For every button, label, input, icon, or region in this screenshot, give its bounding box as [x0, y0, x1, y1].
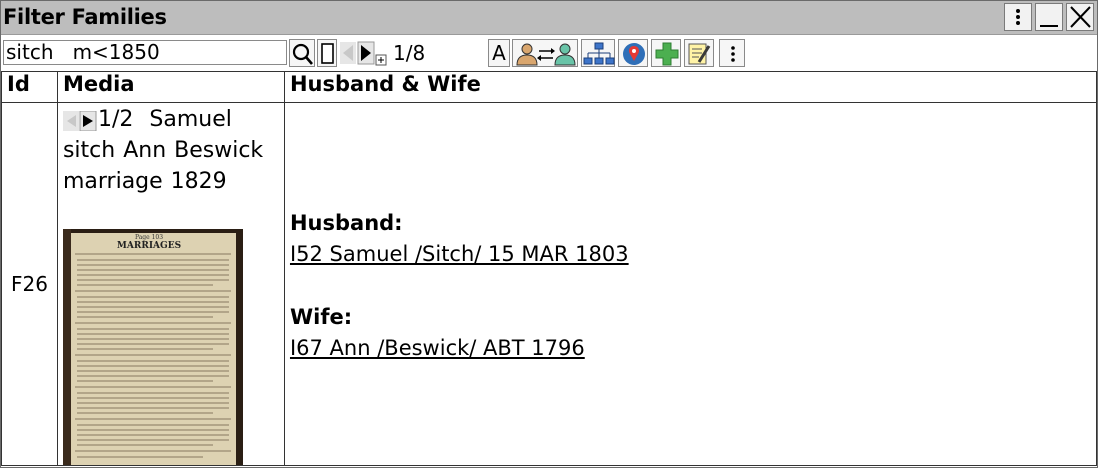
select-mode-button[interactable] — [317, 39, 337, 67]
menu-dots-icon — [731, 46, 735, 62]
table-row[interactable]: F26 1/2 Samuel sitch Ann Beswick marriag… — [1, 102, 1097, 466]
filter-search-input[interactable]: sitch m<1850 — [3, 40, 287, 65]
prev-result-button[interactable] — [339, 39, 357, 67]
table-header-row: Id Media Husband & Wife — [1, 71, 1097, 103]
swap-spouses-icon — [516, 43, 576, 66]
svg-text:Page 103: Page 103 — [135, 234, 163, 241]
media-nav — [62, 111, 97, 131]
search-button[interactable] — [289, 39, 315, 67]
filter-toolbar: sitch m<1850 1/8 A — [1, 35, 1097, 71]
rectangle-icon — [321, 43, 334, 64]
menu-dots-icon — [1016, 9, 1020, 25]
media-next-icon[interactable] — [79, 111, 97, 131]
family-tree-button[interactable] — [581, 39, 615, 67]
toolbar-menu-button[interactable] — [719, 39, 745, 67]
next-arrow-icon — [357, 41, 387, 66]
column-header-media[interactable]: Media — [56, 71, 285, 103]
families-table: Id Media Husband & Wife F26 1/2 Samuel s… — [1, 71, 1097, 466]
add-icon — [655, 42, 679, 66]
media-counter: 1/2 — [97, 107, 134, 132]
svg-text:MARRIAGES: MARRIAGES — [117, 241, 181, 251]
wife-label: Wife: — [289, 305, 353, 329]
map-button[interactable] — [618, 39, 648, 67]
minimize-icon — [1040, 25, 1058, 27]
title-bar[interactable]: Filter Families — [1, 1, 1097, 35]
minimize-button[interactable] — [1035, 3, 1063, 31]
text-mode-button[interactable]: A — [488, 39, 510, 67]
family-id-cell[interactable]: F26 — [1, 102, 58, 466]
result-counter: 1/8 — [393, 41, 426, 65]
close-icon — [1070, 6, 1091, 28]
close-button[interactable] — [1066, 3, 1094, 31]
prev-arrow-icon — [340, 42, 356, 64]
media-cell: 1/2 Samuel sitch Ann Beswick marriage 18… — [56, 102, 285, 466]
swap-spouses-button[interactable] — [512, 39, 578, 67]
wife-link[interactable]: I67 Ann /Beswick/ ABT 1796 — [290, 336, 585, 360]
marriage-record-image[interactable]: Page 103 MARRIAGES — [62, 229, 243, 465]
husband-link[interactable]: I52 Samuel /Sitch/ 15 MAR 1803 — [290, 242, 629, 266]
window-title: Filter Families — [3, 5, 167, 29]
add-family-button[interactable] — [651, 39, 681, 67]
column-header-id[interactable]: Id — [1, 71, 58, 103]
next-result-button[interactable] — [357, 39, 391, 67]
edit-note-icon — [688, 43, 711, 65]
husband-wife-cell: Husband: I52 Samuel /Sitch/ 15 MAR 1803 … — [283, 102, 1097, 466]
map-pin-icon — [623, 43, 645, 65]
window-menu-button[interactable] — [1004, 3, 1032, 31]
family-tree-icon — [583, 42, 615, 65]
husband-label: Husband: — [289, 211, 403, 235]
search-icon — [292, 43, 313, 65]
edit-button[interactable] — [684, 39, 714, 67]
column-header-husband-wife[interactable]: Husband & Wife — [283, 71, 1097, 103]
filter-families-window: Filter Families sitch m<1850 1/8 A Id Me… — [0, 0, 1098, 468]
media-prev-icon[interactable] — [62, 111, 79, 131]
